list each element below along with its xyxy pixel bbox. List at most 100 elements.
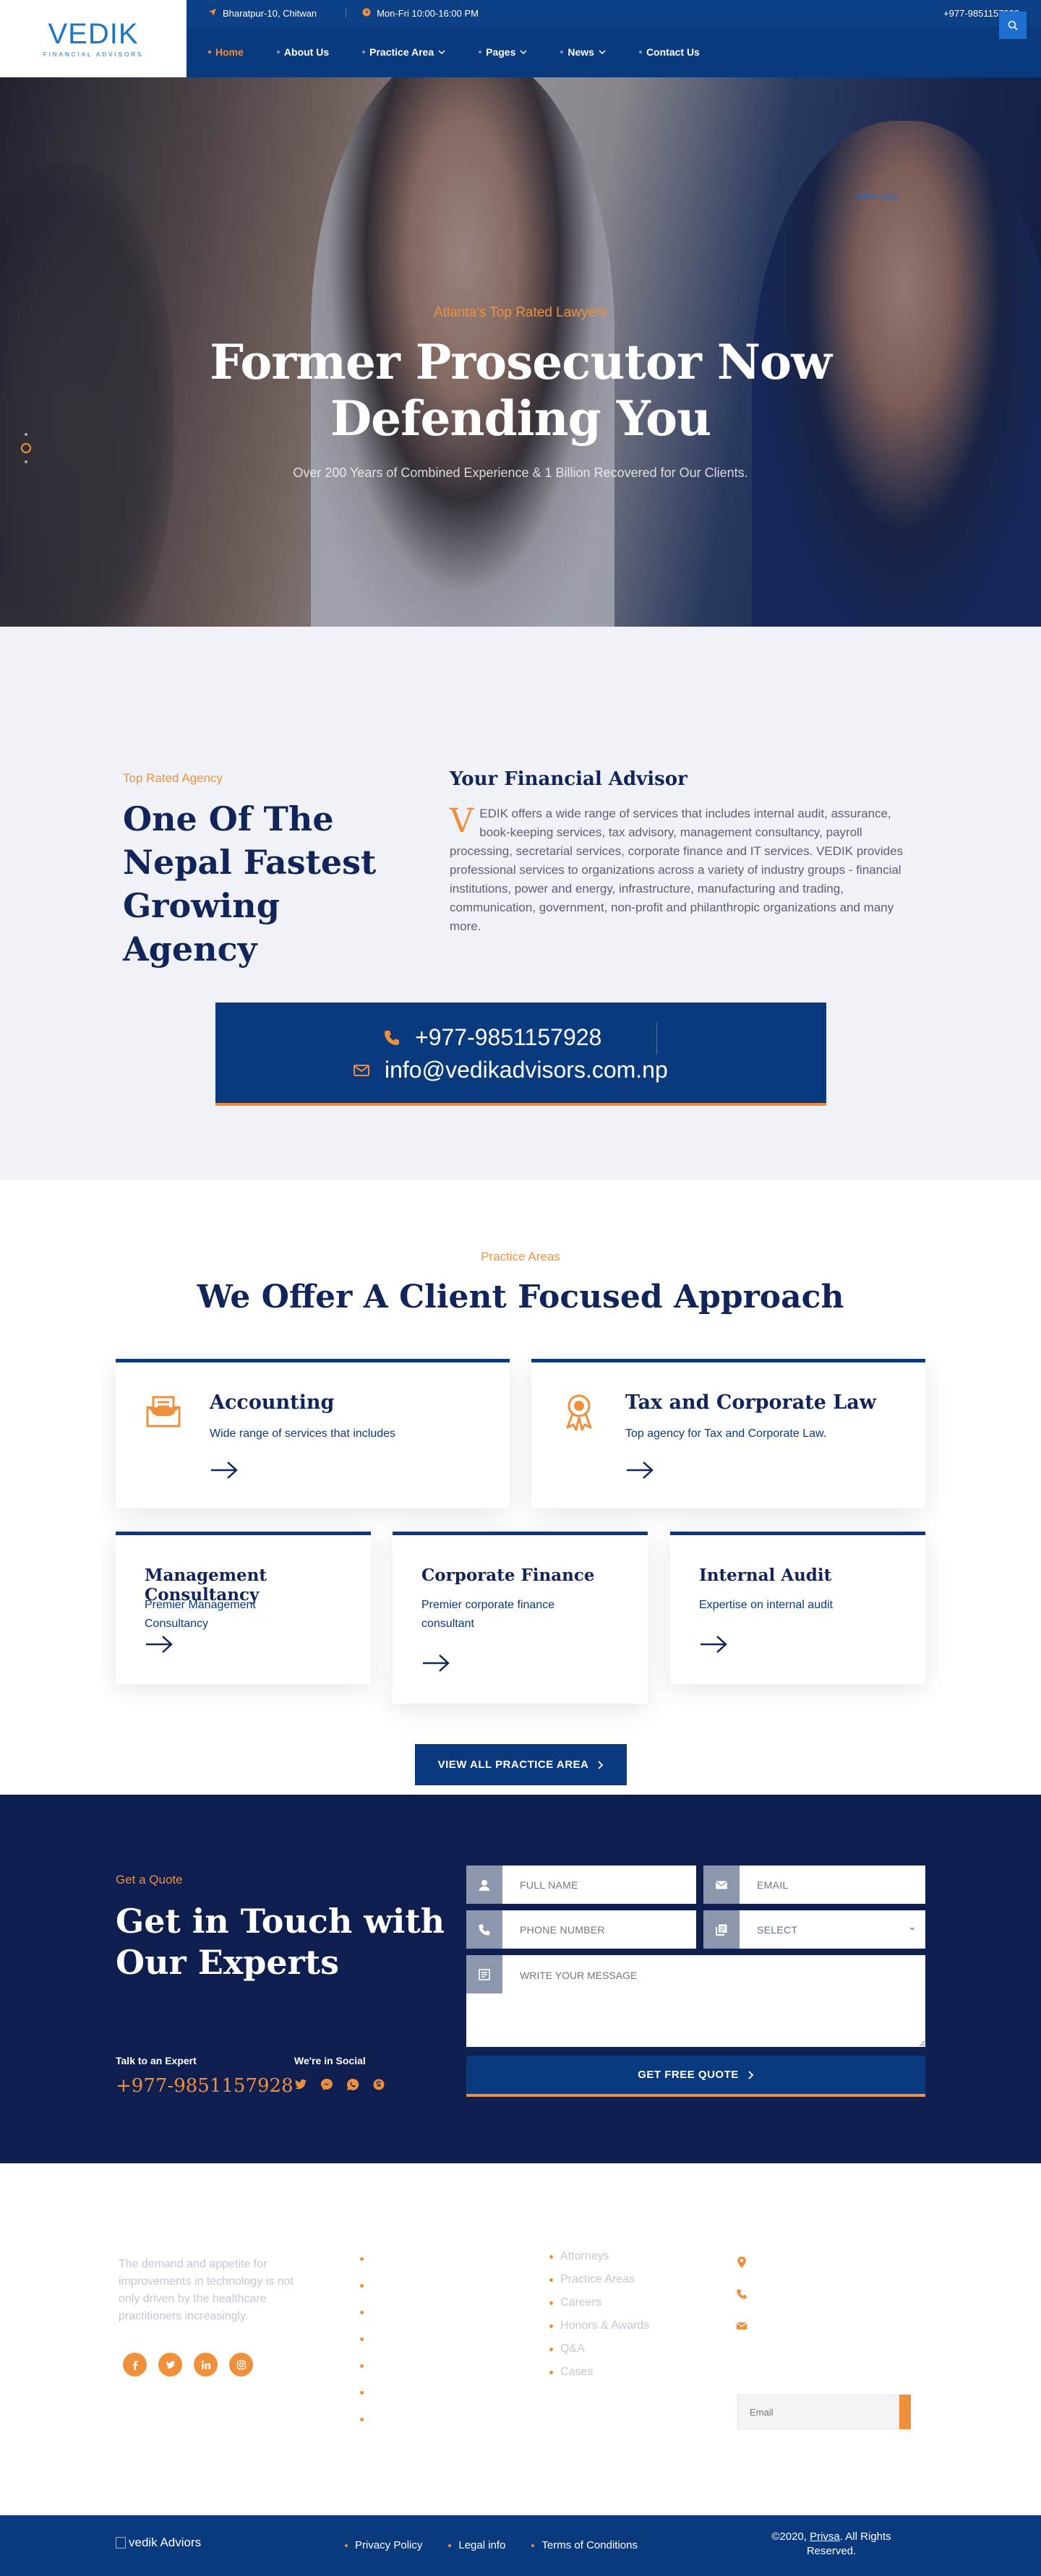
advisor-title: Your Financial Advisor	[450, 768, 687, 790]
phone-field[interactable]	[466, 1910, 696, 1949]
facebook-icon[interactable]	[123, 2353, 147, 2377]
practice-card-management[interactable]: Management Consultancy Premier Managemen…	[116, 1532, 371, 1684]
nav-item-news[interactable]: News	[560, 46, 606, 58]
newsletter-form	[737, 2395, 911, 2429]
about-tag: Top Rated Agency	[123, 771, 223, 785]
hours-info: Mon-Fri 10:00-16:00 PM	[362, 8, 479, 19]
footer-menu-dots	[360, 2257, 364, 2421]
chevron-down-icon	[599, 49, 606, 54]
social-links	[294, 2078, 385, 2091]
hero-section: slider-img Atlanta's Top Rated Lawyers F…	[0, 77, 1041, 627]
practice-title: We Offer A Client Focused Approach	[197, 1279, 844, 1315]
privacy-policy-link[interactable]: Privacy Policy	[345, 2539, 422, 2551]
nav-item-practice-area[interactable]: Practice Area	[362, 46, 445, 58]
top-info-bar: Bharatpur-10, Chitwan Mon-Fri 10:00-16:0…	[187, 0, 1041, 26]
bullet-dot	[360, 2418, 364, 2421]
nav-dot	[560, 50, 564, 53]
footer-link[interactable]: Q&A	[549, 2343, 649, 2356]
get-free-quote-button[interactable]: GET FREE QUOTE	[466, 2056, 925, 2097]
copyright-link[interactable]: Privsa	[810, 2530, 840, 2543]
newsletter-submit-button[interactable]	[899, 2395, 911, 2429]
chevron-right-icon	[598, 1760, 604, 1769]
bullet-dot	[360, 2391, 364, 2395]
newsletter-email-input[interactable]	[737, 2395, 899, 2429]
hero-title-line: Former Prosecutor Now	[210, 334, 832, 390]
twitter-icon[interactable]	[158, 2353, 182, 2377]
card-title: Tax and Corporate Law	[625, 1391, 877, 1414]
clock-icon	[362, 8, 371, 19]
practice-section: Practice Areas We Offer A Client Focused…	[0, 1180, 1041, 1795]
skype-icon[interactable]	[372, 2078, 385, 2091]
search-button[interactable]	[999, 12, 1027, 39]
footer-about-text: The demand and appetite for improvements…	[119, 2258, 294, 2322]
terms-link[interactable]: Terms of Conditions	[531, 2539, 638, 2551]
quote-phone[interactable]: +977-9851157928	[116, 2075, 294, 2097]
email-field[interactable]	[703, 1866, 925, 1904]
phone-input[interactable]	[502, 1910, 696, 1949]
fullname-input[interactable]	[502, 1866, 696, 1904]
nav-label: About Us	[283, 46, 330, 58]
legal-info-link[interactable]: Legal info	[448, 2539, 505, 2551]
footer-link[interactable]: Attorneys	[549, 2250, 649, 2263]
nav-dot	[208, 50, 211, 53]
service-select[interactable]: SELECT	[740, 1910, 925, 1949]
card-title: Accounting	[210, 1391, 335, 1414]
arrow-right-icon[interactable]	[625, 1461, 654, 1480]
footer-link[interactable]: Cases	[549, 2366, 649, 2379]
footer-link[interactable]: Practice Areas	[549, 2273, 649, 2286]
bottom-bar: vedik Adviors Privacy Policy Legal info …	[0, 2515, 1041, 2576]
practice-card-tax[interactable]: Tax and Corporate Law Top agency for Tax…	[531, 1359, 925, 1508]
message-textarea[interactable]	[502, 1955, 925, 2047]
footer-links: Attorneys Practice Areas Careers Honors …	[549, 2250, 649, 2379]
bullet-dot	[360, 2257, 364, 2261]
message-field[interactable]	[466, 1955, 925, 2047]
user-icon	[466, 1866, 502, 1904]
contact-phone[interactable]: +977-9851157928	[383, 1024, 601, 1051]
hero-title: Former Prosecutor Now Defending You	[0, 334, 1041, 447]
nav-item-home[interactable]: Home	[208, 46, 244, 58]
practice-card-internal-audit[interactable]: Internal Audit Expertise on internal aud…	[670, 1532, 925, 1684]
footer-logo[interactable]: vedik Adviors	[116, 2536, 201, 2550]
hero-subtitle: Over 200 Years of Combined Experience & …	[293, 465, 748, 480]
hero-tagline: Atlanta's Top Rated Lawyers	[434, 305, 607, 320]
arrow-right-icon[interactable]	[699, 1635, 728, 1654]
linkedin-icon[interactable]	[194, 2353, 218, 2377]
contact-email-text: info@vedikadvisors.com.np	[385, 1057, 668, 1083]
messenger-icon[interactable]	[320, 2078, 333, 2091]
practice-card-corporate-finance[interactable]: Corporate Finance Premier corporate fina…	[393, 1532, 648, 1704]
address-text: Bharatpur-10, Chitwan	[223, 7, 317, 19]
arrow-right-icon[interactable]	[421, 1654, 450, 1673]
footer-link[interactable]: Honors & Awards	[549, 2319, 649, 2332]
copy-stack-icon	[703, 1910, 740, 1949]
quote-title: Get in Touch with Our Experts	[116, 1902, 445, 1982]
nav-item-contact[interactable]: Contact Us	[638, 46, 700, 58]
card-title: Internal Audit	[699, 1566, 832, 1585]
fullname-field[interactable]	[466, 1866, 696, 1904]
contact-email[interactable]: info@vedikadvisors.com.np	[353, 1057, 668, 1083]
copyright-prefix: ©2020,	[771, 2530, 810, 2543]
logo-subtitle: FINANCIAL ADVISORS	[43, 51, 144, 58]
view-all-practice-button[interactable]: VIEW ALL PRACTICE AREA	[415, 1744, 627, 1785]
arrow-right-icon[interactable]	[210, 1461, 239, 1480]
arrow-right-icon[interactable]	[145, 1635, 174, 1654]
phone-icon	[385, 1030, 399, 1045]
nav-label: News	[567, 46, 594, 58]
whatsapp-icon[interactable]	[346, 2078, 359, 2091]
social-label: We're in Social	[294, 2055, 366, 2066]
card-description: Premier corporate finance consultant	[421, 1599, 555, 1630]
chevron-down-icon	[909, 1928, 915, 1931]
practice-card-accounting[interactable]: Accounting Wide range of services that i…	[116, 1359, 510, 1508]
nav-item-about[interactable]: About Us	[276, 46, 330, 58]
email-input[interactable]	[740, 1866, 925, 1904]
footer-link[interactable]: Careers	[549, 2296, 649, 2309]
quote-section: Get a Quote Get in Touch with Our Expert…	[0, 1795, 1041, 2163]
practice-tag: Practice Areas	[481, 1250, 560, 1263]
nav-item-pages[interactable]: Pages	[479, 46, 527, 58]
service-select-field[interactable]: SELECT	[703, 1910, 925, 1949]
instagram-icon[interactable]	[229, 2353, 253, 2377]
twitter-icon[interactable]	[294, 2078, 307, 2091]
bullet-dot	[360, 2311, 364, 2314]
talk-expert-label: Talk to an Expert	[116, 2055, 197, 2066]
bullet-dot	[360, 2364, 364, 2368]
logo[interactable]: VEDIK FINANCIAL ADVISORS	[0, 0, 187, 77]
